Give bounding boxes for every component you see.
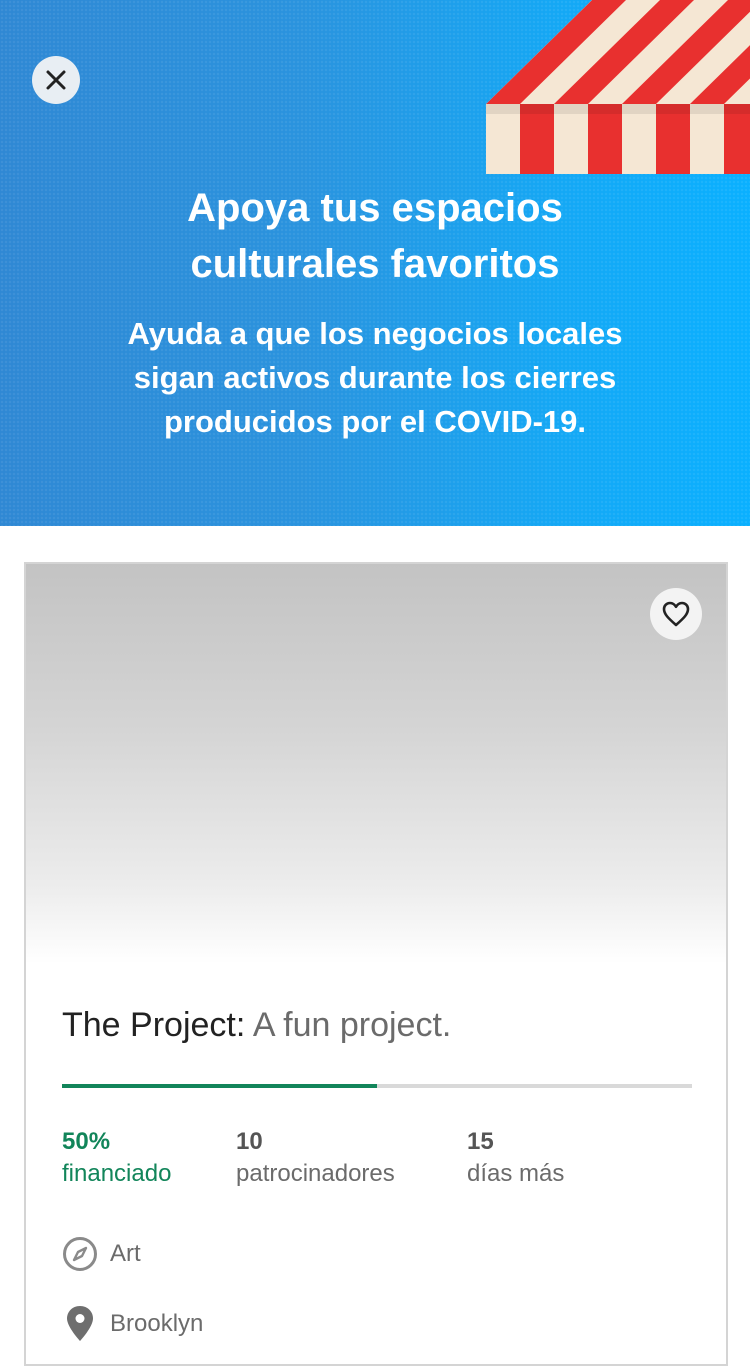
- stat-days-label: días más: [467, 1160, 565, 1187]
- compass-icon: [63, 1237, 97, 1271]
- project-card[interactable]: The Project: A fun project. 50% financia…: [24, 562, 728, 1366]
- banner-subtitle-line: sigan activos durante los cierres: [133, 360, 617, 395]
- close-button[interactable]: [32, 56, 80, 104]
- stat-backers: 10 patrocinadores: [236, 1126, 395, 1190]
- project-name: The Project:: [62, 1006, 246, 1044]
- banner-subtitle-line: producidos por el COVID-19.: [164, 404, 586, 439]
- banner-title: Apoya tus espacios culturales favoritos: [0, 180, 750, 292]
- stat-funded-value: 50%: [62, 1128, 111, 1155]
- favorite-button[interactable]: [650, 588, 702, 640]
- banner-subtitle: Ayuda a que los negocios locales sigan a…: [0, 312, 750, 444]
- location-row[interactable]: Brooklyn: [62, 1304, 203, 1344]
- stat-funded: 50% financiado: [62, 1126, 171, 1190]
- category-label: Art: [110, 1240, 141, 1267]
- funding-progress-fill: [62, 1084, 377, 1088]
- close-icon: [46, 70, 66, 90]
- category-row[interactable]: Art: [62, 1236, 141, 1272]
- heart-icon: [662, 601, 690, 627]
- banner-title-line: culturales favoritos: [190, 242, 560, 286]
- stat-backers-value: 10: [236, 1128, 263, 1155]
- project-image: [26, 564, 726, 964]
- project-title[interactable]: The Project: A fun project.: [62, 1006, 451, 1045]
- location-pin-icon: [67, 1306, 93, 1341]
- stat-days: 15 días más: [467, 1126, 564, 1190]
- awning-icon: [486, 0, 750, 174]
- banner-title-line: Apoya tus espacios: [187, 186, 563, 230]
- funding-progress-bar: [62, 1084, 692, 1088]
- project-blurb: A fun project.: [252, 1006, 452, 1044]
- promo-banner: Apoya tus espacios culturales favoritos …: [0, 0, 750, 526]
- stat-days-value: 15: [467, 1128, 494, 1155]
- stat-funded-label: financiado: [62, 1160, 172, 1187]
- stat-backers-label: patrocinadores: [236, 1160, 395, 1187]
- banner-subtitle-line: Ayuda a que los negocios locales: [127, 316, 623, 351]
